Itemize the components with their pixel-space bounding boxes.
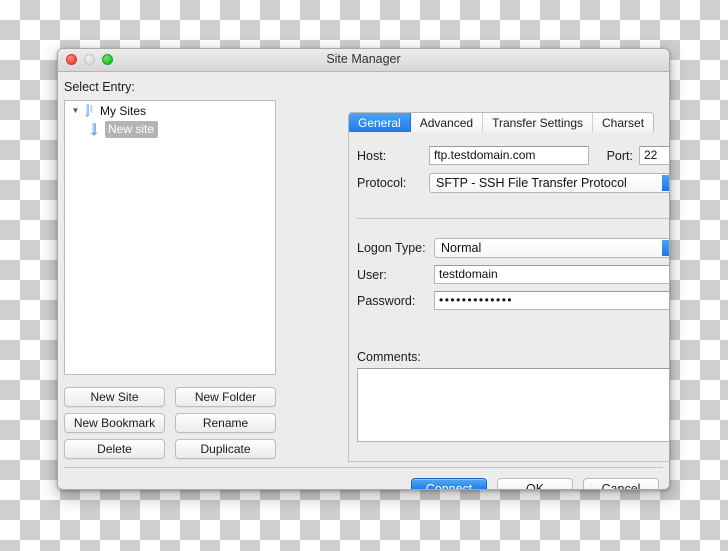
- new-bookmark-button[interactable]: New Bookmark: [64, 413, 165, 433]
- user-row: User: testdomain: [357, 265, 669, 284]
- footer-actions: Connect OK Cancel: [411, 478, 659, 489]
- tab-charset[interactable]: Charset: [593, 113, 654, 134]
- settings-pane: General Advanced Transfer Settings Chars…: [290, 78, 669, 463]
- password-row: Password: •••••••••••••: [357, 291, 669, 310]
- tab-general[interactable]: General: [349, 113, 411, 134]
- password-input[interactable]: •••••••••••••: [434, 291, 669, 310]
- logon-type-row: Logon Type: Normal▲▼: [357, 238, 669, 258]
- duplicate-button[interactable]: Duplicate: [175, 439, 276, 459]
- user-input[interactable]: testdomain: [434, 265, 669, 284]
- comments-label: Comments:: [357, 350, 421, 364]
- logon-type-select[interactable]: Normal▲▼: [434, 238, 669, 258]
- rename-button[interactable]: Rename: [175, 413, 276, 433]
- password-label: Password:: [357, 293, 416, 308]
- screenshot-canvas: Site Manager Select Entry: ▼ My Sites Ne…: [0, 0, 728, 551]
- general-tab-panel: Host: ftp.testdomain.com Port: 22 Protoc…: [348, 132, 669, 462]
- host-input[interactable]: ftp.testdomain.com: [429, 146, 589, 165]
- new-site-button[interactable]: New Site: [64, 387, 165, 407]
- window-body: Select Entry: ▼ My Sites New site New Si…: [58, 72, 669, 489]
- comments-textarea[interactable]: [357, 368, 669, 442]
- footer-divider: [64, 467, 663, 468]
- protocol-label: Protocol:: [357, 176, 407, 190]
- port-input[interactable]: 22: [639, 146, 669, 165]
- host-row: Host: ftp.testdomain.com Port: 22: [357, 146, 669, 165]
- tree-item-label: My Sites: [100, 103, 147, 118]
- tab-transfer-settings[interactable]: Transfer Settings: [483, 113, 594, 134]
- user-label: User:: [357, 267, 387, 282]
- site-tree[interactable]: ▼ My Sites New site: [64, 100, 276, 375]
- site-icon: [90, 123, 98, 136]
- host-label: Host:: [357, 148, 387, 163]
- server-icon: [85, 104, 93, 117]
- chevron-updown-icon[interactable]: ▲▼: [662, 240, 669, 257]
- select-entry-label: Select Entry:: [64, 80, 135, 94]
- cancel-button[interactable]: Cancel: [583, 478, 659, 489]
- logon-type-label: Logon Type:: [357, 241, 426, 255]
- window-titlebar: Site Manager: [58, 49, 669, 72]
- chevron-updown-icon[interactable]: ▲▼: [662, 175, 669, 192]
- tree-row[interactable]: New site: [65, 120, 275, 139]
- tree-item-label: New site: [105, 121, 159, 138]
- delete-button[interactable]: Delete: [64, 439, 165, 459]
- protocol-select[interactable]: SFTP - SSH File Transfer Protocol▲▼: [429, 173, 669, 193]
- tab-advanced[interactable]: Advanced: [410, 113, 484, 134]
- new-folder-button[interactable]: New Folder: [175, 387, 276, 407]
- section-divider: [357, 218, 669, 219]
- protocol-row: Protocol: SFTP - SSH File Transfer Proto…: [357, 173, 669, 193]
- ok-button[interactable]: OK: [497, 478, 573, 489]
- port-label: Port:: [606, 148, 633, 163]
- site-tree-actions: New Site New Folder New Bookmark Rename …: [64, 387, 276, 459]
- general-form: Host: ftp.testdomain.com Port: 22 Protoc…: [349, 132, 669, 461]
- site-manager-window: Site Manager Select Entry: ▼ My Sites Ne…: [57, 48, 670, 490]
- window-title: Site Manager: [326, 52, 401, 66]
- chevron-down-icon[interactable]: ▼: [69, 101, 82, 120]
- tree-row[interactable]: ▼ My Sites: [65, 101, 275, 120]
- connect-button[interactable]: Connect: [411, 478, 487, 489]
